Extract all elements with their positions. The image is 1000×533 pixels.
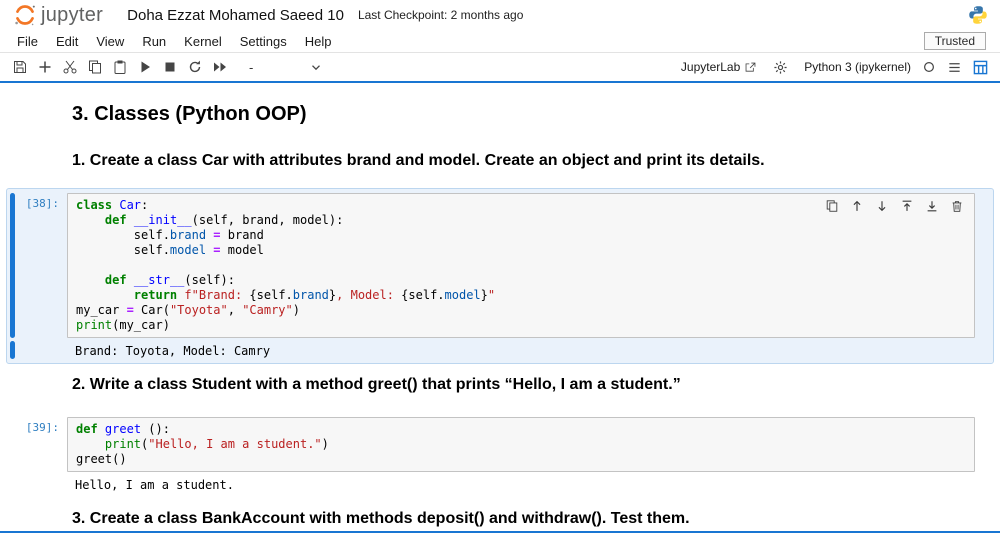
paste-cell-button[interactable]	[108, 56, 132, 78]
duplicate-icon	[825, 199, 839, 213]
stop-icon	[162, 59, 178, 75]
notebook-panel: 3. Classes (Python OOP) 1. Create a clas…	[0, 81, 1000, 533]
settings-button[interactable]	[768, 56, 792, 78]
cell-output: Hello, I am a student.	[67, 475, 993, 493]
cut-cell-button[interactable]	[58, 56, 82, 78]
code-editor[interactable]: class Car: def __init__(self, brand, mod…	[67, 193, 975, 338]
run-icon	[137, 59, 153, 75]
jupyter-planet-icon	[12, 2, 38, 28]
menu-file[interactable]: File	[8, 32, 47, 51]
save-icon	[12, 59, 28, 75]
delete-cell-button[interactable]	[949, 198, 964, 213]
menu-edit[interactable]: Edit	[47, 32, 87, 51]
gear-icon	[773, 60, 788, 75]
duplicate-cell-button[interactable]	[824, 198, 839, 213]
run-all-button[interactable]	[208, 56, 232, 78]
arrow-down-icon	[875, 199, 889, 213]
kernel-name[interactable]: Python 3 (ipykernel)	[804, 60, 911, 74]
insert-above-icon	[900, 199, 914, 213]
trusted-button[interactable]: Trusted	[924, 32, 986, 50]
chevron-down-icon	[309, 60, 323, 74]
move-cell-up-button[interactable]	[849, 198, 864, 213]
input-prompt: [39]:	[15, 417, 67, 472]
cell-output: Brand: Toyota, Model: Camry	[67, 341, 993, 359]
jupyter-logo: jupyter	[12, 2, 103, 28]
insert-cell-above-button[interactable]	[899, 198, 914, 213]
output-prompt	[15, 341, 67, 359]
copy-icon	[87, 59, 103, 75]
table-view-icon[interactable]	[973, 60, 988, 75]
notebook-title[interactable]: Doha Ezzat Mohamed Saeed 10	[127, 7, 344, 24]
scissors-icon	[62, 59, 78, 75]
menu-help[interactable]: Help	[296, 32, 341, 51]
run-cell-button[interactable]	[133, 56, 157, 78]
insert-below-icon	[925, 199, 939, 213]
checkpoint-text: Last Checkpoint: 2 months ago	[358, 8, 523, 22]
insert-cell-button[interactable]	[33, 56, 57, 78]
fast-forward-icon	[212, 59, 228, 75]
code-content: class Car: def __init__(self, brand, mod…	[76, 198, 966, 333]
paste-icon	[112, 59, 128, 75]
insert-cell-below-button[interactable]	[924, 198, 939, 213]
save-button[interactable]	[8, 56, 32, 78]
code-content: def greet (): print("Hello, I am a stude…	[76, 422, 966, 467]
cell-toolbar	[824, 198, 964, 213]
markdown-cell-q2[interactable]: 2. Write a class Student with a method g…	[0, 376, 1000, 394]
kernel-status-icon	[922, 60, 936, 74]
cell-type-dropdown[interactable]: -	[243, 60, 329, 75]
header: jupyter Doha Ezzat Mohamed Saeed 10 Last…	[0, 0, 1000, 30]
python-logo-icon	[968, 5, 988, 25]
plus-icon	[37, 59, 53, 75]
menubar: File Edit View Run Kernel Settings Help …	[0, 30, 1000, 53]
hamburger-menu-icon[interactable]	[947, 60, 962, 75]
interrupt-kernel-button[interactable]	[158, 56, 182, 78]
notebook-toolbar: - JupyterLab Python 3 (ipykernel)	[0, 53, 1000, 81]
output-prompt	[15, 475, 67, 493]
markdown-cell-q3[interactable]: 3. Create a class BankAccount with metho…	[0, 510, 1000, 528]
code-editor[interactable]: def greet (): print("Hello, I am a stude…	[67, 417, 975, 472]
input-prompt: [38]:	[15, 193, 67, 338]
menu-view[interactable]: View	[87, 32, 133, 51]
menu-settings[interactable]: Settings	[231, 32, 296, 51]
trash-icon	[950, 199, 964, 213]
jupyter-logo-text: jupyter	[41, 4, 103, 27]
arrow-up-icon	[850, 199, 864, 213]
jupyter-app: jupyter Doha Ezzat Mohamed Saeed 10 Last…	[0, 0, 1000, 533]
markdown-cell-q1[interactable]: 1. Create a class Car with attributes br…	[0, 152, 1000, 170]
restart-icon	[187, 59, 203, 75]
restart-kernel-button[interactable]	[183, 56, 207, 78]
menu-kernel[interactable]: Kernel	[175, 32, 231, 51]
move-cell-down-button[interactable]	[874, 198, 889, 213]
menu-run[interactable]: Run	[133, 32, 175, 51]
code-cell-38[interactable]: [38]:	[6, 188, 994, 364]
cell-type-value: -	[249, 60, 253, 75]
external-link-icon	[744, 61, 757, 74]
jupyterlab-label: JupyterLab	[681, 60, 740, 74]
open-in-jupyterlab-link[interactable]: JupyterLab	[681, 60, 757, 74]
copy-cell-button[interactable]	[83, 56, 107, 78]
code-cell-39[interactable]: [39]: def greet (): print("Hello, I am a…	[6, 412, 994, 498]
markdown-cell-title[interactable]: 3. Classes (Python OOP)	[0, 103, 1000, 126]
